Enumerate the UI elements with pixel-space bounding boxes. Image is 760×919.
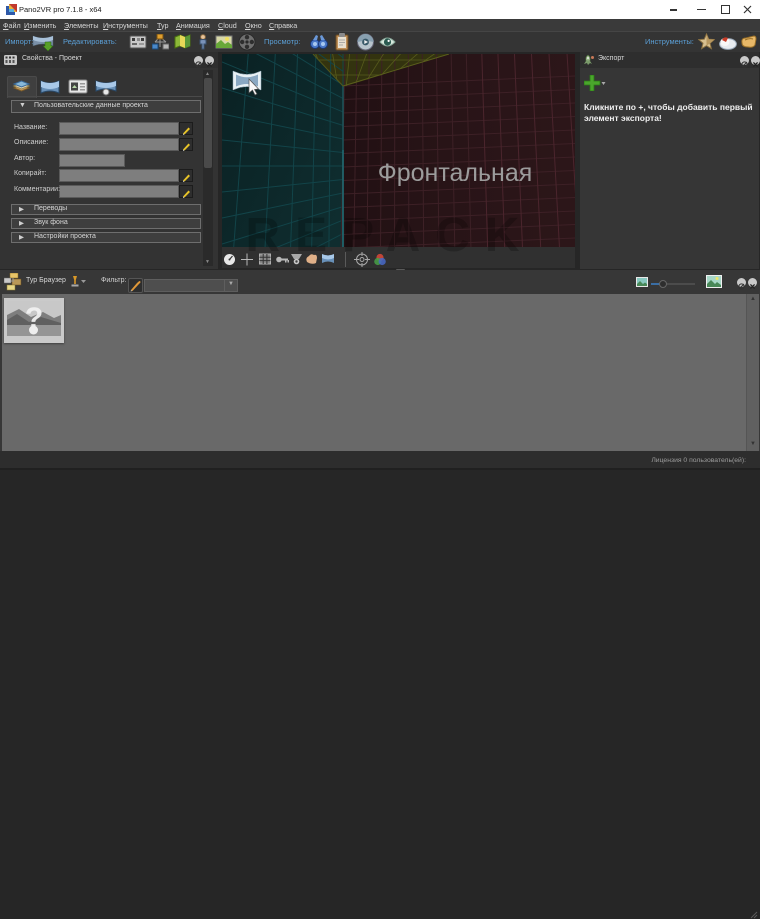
svg-text:REPACK: REPACK xyxy=(245,209,534,262)
svg-text:Фронтальная: Фронтальная xyxy=(378,159,533,187)
